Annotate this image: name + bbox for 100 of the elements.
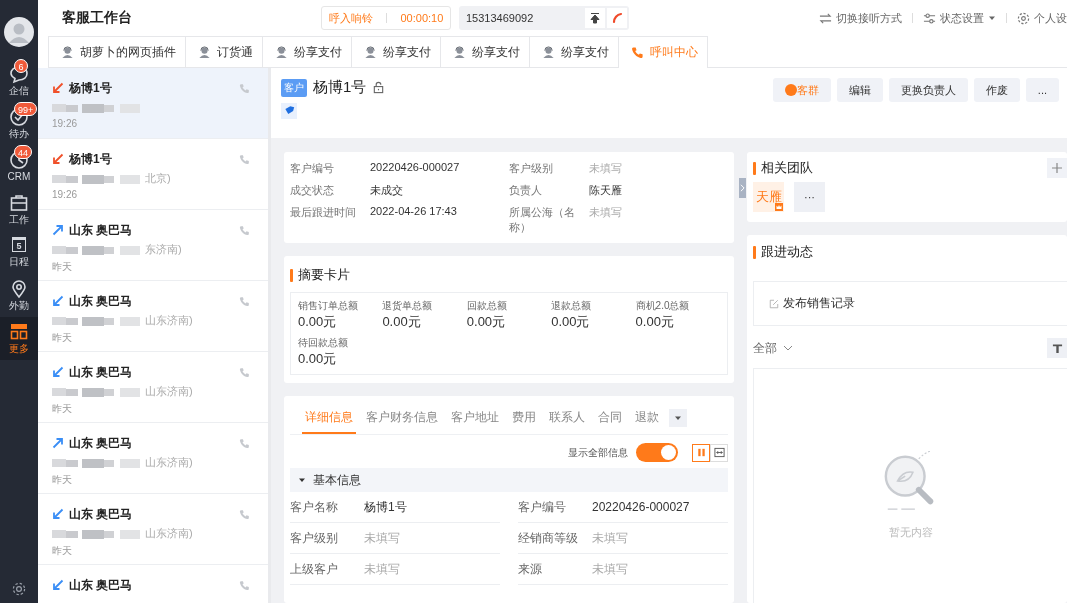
sidebar-item[interactable]: 待办 99+ <box>0 102 38 145</box>
caller-name: 杨博1号 <box>69 150 113 168</box>
tab[interactable]: 联系人 <box>546 406 588 434</box>
field-value: 陈天雁 <box>589 183 622 198</box>
action-button[interactable]: ... <box>1025 78 1059 102</box>
action-button[interactable]: 更换负责人 <box>888 78 968 102</box>
call-time: 昨天 <box>52 544 73 558</box>
tab[interactable]: 胡萝卜的网页插件 <box>48 36 186 68</box>
plus-icon <box>1051 162 1063 174</box>
phone-icon[interactable] <box>239 224 250 236</box>
call-time: 昨天 <box>52 402 73 416</box>
caret-icon <box>298 476 306 484</box>
header-action[interactable]: 状态设置 <box>923 10 996 26</box>
sidebar-item[interactable]: 5 日程 <box>0 231 38 274</box>
tab[interactable]: 客户财务信息 <box>363 406 441 434</box>
columns-icon <box>695 447 707 458</box>
phone-icon[interactable] <box>239 579 250 591</box>
toggle-label: 显示全部信息 <box>568 445 628 460</box>
filter-button[interactable] <box>1047 338 1067 358</box>
filter-dropdown[interactable]: 全部 <box>753 339 793 357</box>
filter-icon <box>1051 342 1063 354</box>
field-value: 未填写 <box>592 529 628 547</box>
header-action[interactable]: 切换接听方式 <box>819 10 902 26</box>
chevron-down-icon <box>783 345 793 351</box>
field-label: 负责人 <box>509 183 543 198</box>
phone-number-field[interactable]: 15313469092 <box>459 6 629 30</box>
call-list-item[interactable]: 山东 奥巴马 东济南) 昨天 <box>38 210 268 281</box>
phone-icon[interactable] <box>239 82 250 94</box>
post-record-button[interactable]: 发布销售记录 <box>753 281 1067 326</box>
metric-value: 0.00元 <box>382 313 422 331</box>
settings-icon <box>1017 11 1030 25</box>
field-value: 未填写 <box>589 205 622 220</box>
call-list-item[interactable]: 杨博1号 北京) 19:26 <box>38 139 268 210</box>
call-list-item[interactable]: 山东 奥巴马 山东济南) 昨天 <box>38 494 268 565</box>
two-column-button[interactable] <box>692 443 710 462</box>
call-time: 昨天 <box>52 260 73 274</box>
field-value: 20220426-000027 <box>592 500 690 514</box>
phone-icon[interactable] <box>239 437 250 449</box>
tag-icon[interactable] <box>281 103 297 119</box>
sidebar-item[interactable]: 更多 <box>0 317 38 360</box>
caret-icon <box>988 14 996 22</box>
field-label: 客户名称 <box>290 498 339 516</box>
full-width-button[interactable] <box>710 443 728 462</box>
caller-name: 山东 奥巴马 <box>69 505 134 523</box>
count-badge: 6 <box>14 59 28 73</box>
metric-label: 回款总额 <box>466 299 508 313</box>
sidebar-item[interactable]: 工作 <box>0 188 38 231</box>
field-value: 未填写 <box>592 560 628 578</box>
agent-icon <box>198 45 211 59</box>
tab[interactable]: 纷享支付 <box>440 36 530 68</box>
sidebar-item[interactable]: 外勤 <box>0 274 38 317</box>
action-button[interactable]: 作废 <box>973 78 1020 102</box>
settings-icon[interactable] <box>11 581 27 597</box>
call-status: 呼入响铃 <box>328 10 373 26</box>
transfer-button[interactable] <box>585 8 605 28</box>
incoming-arrow-icon <box>52 295 64 307</box>
field-label: 客户级别 <box>290 529 339 547</box>
phone-icon[interactable] <box>239 508 250 520</box>
tab[interactable]: 客户地址 <box>448 406 502 434</box>
tab[interactable]: 退款 <box>632 406 662 434</box>
toggle-switch[interactable] <box>636 443 678 462</box>
tab[interactable]: 纷享支付 <box>262 36 352 68</box>
tab[interactable]: 合同 <box>595 406 625 434</box>
call-list-item[interactable]: 杨博1号 19:26 <box>38 68 268 139</box>
phone-icon[interactable] <box>239 295 250 307</box>
caller-location: 山东济南) <box>145 313 193 328</box>
phone-icon[interactable] <box>239 153 250 165</box>
incoming-arrow-icon <box>52 366 64 378</box>
call-list-item[interactable]: 山东 奥巴马 山东济南) 昨天 <box>38 352 268 423</box>
agent-icon <box>542 45 555 59</box>
caller-name: 山东 奥巴马 <box>69 292 134 310</box>
app-title: 客服工作台 <box>62 9 133 27</box>
field-label: 成交状态 <box>290 183 335 198</box>
sidebar-item[interactable]: CRM 44 <box>0 145 38 188</box>
chevron-right-icon <box>740 184 745 192</box>
add-button[interactable] <box>1047 158 1067 178</box>
outgoing-arrow-icon <box>52 224 64 236</box>
avatar[interactable] <box>4 17 34 47</box>
header-action[interactable]: 个人设 <box>1017 10 1067 26</box>
collapse-handle[interactable] <box>739 178 746 198</box>
tab[interactable]: 纷享支付 <box>351 36 441 68</box>
caller-name: 山东 奥巴马 <box>69 363 134 381</box>
call-list-item[interactable]: 山东 奥巴马 山东济南) 昨天 <box>38 423 268 494</box>
briefcase-icon <box>9 193 29 213</box>
phone-icon[interactable] <box>239 366 250 378</box>
sidebar-item[interactable]: 企信 6 <box>0 59 38 102</box>
call-list-item[interactable]: 山东 奥巴马 山东济南) 昨天 <box>38 281 268 352</box>
metric-label: 待回款总额 <box>298 336 349 350</box>
action-button[interactable]: 编辑 <box>836 78 883 102</box>
section-header[interactable]: 基本信息 <box>290 468 728 492</box>
call-list-item[interactable]: 山东 奥巴马 <box>38 565 268 603</box>
caller-location: 东济南) <box>145 242 182 257</box>
tab[interactable]: 费用 <box>509 406 539 434</box>
more-members-button[interactable]: ··· <box>794 182 825 212</box>
more-tabs-button[interactable] <box>669 408 687 427</box>
tab[interactable]: 纷享支付 <box>529 36 619 68</box>
tab[interactable]: 订货通 <box>185 36 263 68</box>
hang-up-button[interactable] <box>607 8 627 28</box>
field-value: 20220426-000027 <box>370 161 460 175</box>
lock-icon[interactable] <box>372 81 386 94</box>
